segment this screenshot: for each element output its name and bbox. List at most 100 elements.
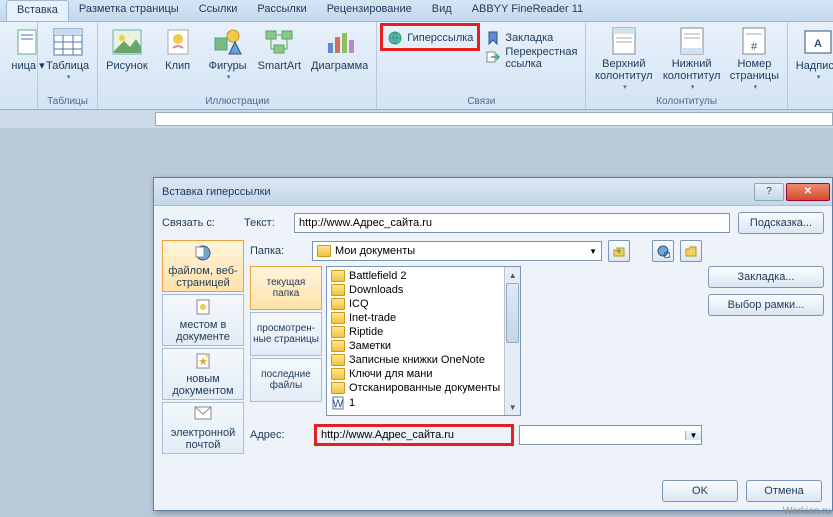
folder-icon <box>331 326 345 338</box>
folder-icon <box>331 368 345 380</box>
lookin-combo[interactable]: Мои документы ▼ <box>312 241 602 261</box>
linkto-email[interactable]: электронной почтой <box>162 402 244 454</box>
address-combo[interactable]: ▼ <box>519 425 702 445</box>
address-highlight-text: http://www.Адрес_сайта.ru <box>319 429 509 441</box>
folder-icon <box>331 298 345 310</box>
link-to-column: файлом, веб-страницей местом в документе… <box>162 240 244 454</box>
picture-button[interactable]: Рисунок <box>102 24 152 90</box>
place-icon <box>193 297 213 317</box>
list-item: Заметки <box>329 339 502 353</box>
ruler-area <box>0 110 833 128</box>
list-item: Inet-trade <box>329 311 502 325</box>
browsed-pages-button[interactable]: просмотрен-ные страницы <box>250 312 322 356</box>
tab-mailings[interactable]: Рассылки <box>247 0 316 21</box>
svg-text:★: ★ <box>198 356 208 368</box>
shapes-icon <box>212 26 244 58</box>
folder-icon <box>331 354 345 366</box>
linkto-new[interactable]: ★новым документом <box>162 348 244 400</box>
list-item: W1 <box>329 395 502 411</box>
browse-web-button[interactable] <box>652 240 674 262</box>
tab-layout[interactable]: Разметка страницы <box>69 0 189 21</box>
email-icon <box>193 405 213 425</box>
tab-review[interactable]: Рецензирование <box>317 0 422 21</box>
word-doc-icon: W <box>331 396 345 410</box>
folder-icon <box>331 382 345 394</box>
shapes-button[interactable]: Фигуры <box>204 24 252 90</box>
ribbon: ница ▾ Таблица Таблицы Рисунок Клип Фигу… <box>0 22 833 110</box>
cancel-button[interactable]: Отмена <box>746 480 822 502</box>
folder-icon <box>331 270 345 282</box>
list-item: Riptide <box>329 325 502 339</box>
link-to-label: Связать с: <box>162 217 244 229</box>
svg-text:A: A <box>814 38 822 50</box>
bookmark-dialog-button[interactable]: Закладка... <box>708 266 824 288</box>
smartart-icon <box>263 26 295 58</box>
clip-button[interactable]: Клип <box>154 24 202 90</box>
group-links: Связи <box>381 94 581 109</box>
new-doc-icon: ★ <box>193 351 213 371</box>
crossref-icon <box>485 50 501 66</box>
hyperlink-icon <box>387 30 403 46</box>
dialog-title: Вставка гиперссылки <box>162 186 271 198</box>
footer-icon <box>676 26 708 56</box>
dialog-titlebar[interactable]: Вставка гиперссылки ? ✕ <box>154 178 832 206</box>
header-icon <box>608 26 640 56</box>
picture-icon <box>111 26 143 58</box>
list-item: Записные книжки OneNote <box>329 353 502 367</box>
browse-file-button[interactable] <box>680 240 702 262</box>
tab-references[interactable]: Ссылки <box>189 0 248 21</box>
pagenum-button[interactable]: #Номер страницы <box>726 24 783 90</box>
tab-insert[interactable]: Вставка <box>6 0 69 21</box>
ok-button[interactable]: OK <box>662 480 738 502</box>
list-item: Battlefield 2 <box>329 269 502 283</box>
list-item: Downloads <box>329 283 502 297</box>
list-item: Ключи для мани <box>329 367 502 381</box>
group-headers: Колонтитулы <box>590 94 782 109</box>
ribbon-tabs: Вставка Разметка страницы Ссылки Рассылк… <box>0 0 833 22</box>
recent-files-button[interactable]: последние файлы <box>250 358 322 402</box>
list-item: Отсканированные документы <box>329 381 502 395</box>
bookmark-icon <box>485 30 501 46</box>
linkto-file[interactable]: файлом, веб-страницей <box>162 240 244 292</box>
globe-file-icon <box>193 243 213 263</box>
text-input[interactable] <box>294 213 730 233</box>
text-label: Текст: <box>244 217 294 229</box>
folder-icon <box>331 340 345 352</box>
close-button[interactable]: ✕ <box>786 183 830 201</box>
browse-mode-column: текущая папка просмотрен-ные страницы по… <box>250 266 322 416</box>
target-frame-button[interactable]: Выбор рамки... <box>708 294 824 316</box>
lookin-label: Папка: <box>250 245 306 257</box>
table-button[interactable]: Таблица <box>42 24 93 90</box>
file-list-scrollbar[interactable]: ▲▼ <box>504 267 520 415</box>
textbox-button[interactable]: AНадпись <box>792 24 833 90</box>
folder-icon <box>331 284 345 296</box>
up-folder-button[interactable] <box>608 240 630 262</box>
folder-icon <box>317 245 331 257</box>
watermark: Workion.ru <box>783 506 831 517</box>
right-button-column: Закладка... Выбор рамки... <box>708 240 824 454</box>
textbox-icon: A <box>802 26 833 58</box>
pagenum-icon: # <box>738 26 770 56</box>
file-list[interactable]: Battlefield 2 Downloads ICQ Inet-trade R… <box>326 266 521 416</box>
folder-icon <box>331 312 345 324</box>
svg-text:#: # <box>751 41 758 53</box>
tab-view[interactable]: Вид <box>422 0 462 21</box>
hyperlink-button[interactable]: Гиперссылка <box>383 28 477 48</box>
linkto-place[interactable]: местом в документе <box>162 294 244 346</box>
group-tables: Таблицы <box>42 94 93 109</box>
clip-icon <box>162 26 194 58</box>
header-button[interactable]: Верхний колонтитул <box>590 24 657 90</box>
address-label: Адрес: <box>250 429 306 441</box>
bookmark-button[interactable]: Закладка <box>481 28 581 48</box>
help-button[interactable]: ? <box>754 183 784 201</box>
horizontal-ruler[interactable] <box>155 112 833 126</box>
tooltip-button[interactable]: Подсказка... <box>738 212 824 234</box>
chart-button[interactable]: Диаграмма <box>307 24 372 90</box>
tab-abbyy[interactable]: ABBYY FineReader 11 <box>462 0 594 21</box>
footer-button[interactable]: Нижний колонтитул <box>659 24 724 90</box>
current-folder-button[interactable]: текущая папка <box>250 266 322 310</box>
smartart-button[interactable]: SmartArt <box>254 24 305 90</box>
svg-text:W: W <box>333 398 344 410</box>
crossref-button[interactable]: Перекрестная ссылка <box>481 48 581 68</box>
list-item: ICQ <box>329 297 502 311</box>
